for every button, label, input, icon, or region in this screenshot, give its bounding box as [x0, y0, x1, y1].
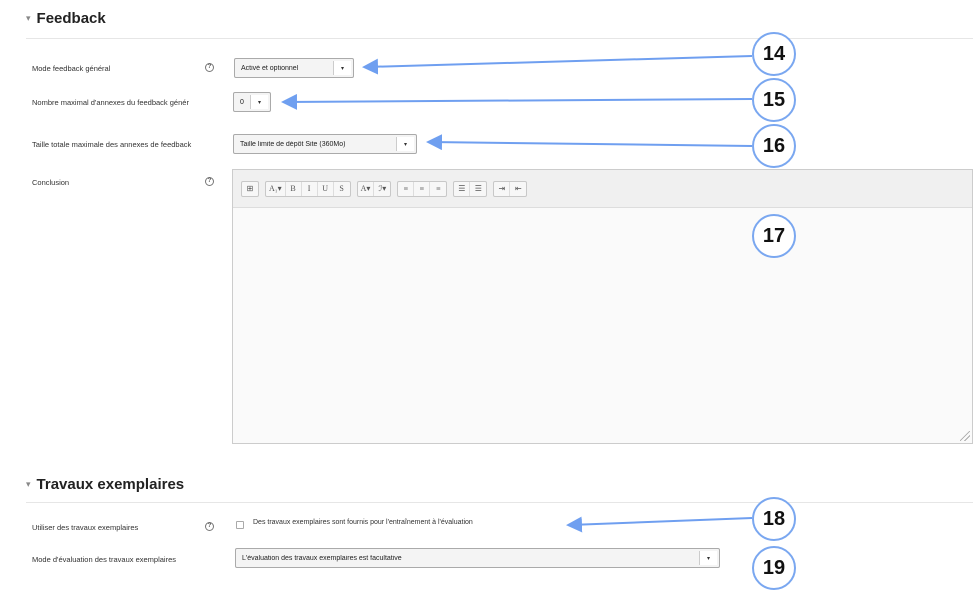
callout-14: 14: [752, 32, 796, 76]
callout-18: 18: [752, 497, 796, 541]
arrow-16: [426, 134, 753, 151]
callout-19: 19: [752, 546, 796, 590]
callout-17: 17: [752, 214, 796, 258]
callout-16: 16: [752, 124, 796, 168]
arrow-14: [362, 55, 753, 75]
arrow-15: [281, 93, 753, 110]
annotation-arrows: [281, 55, 753, 533]
callout-15: 15: [752, 78, 796, 122]
arrow-18: [566, 516, 753, 533]
